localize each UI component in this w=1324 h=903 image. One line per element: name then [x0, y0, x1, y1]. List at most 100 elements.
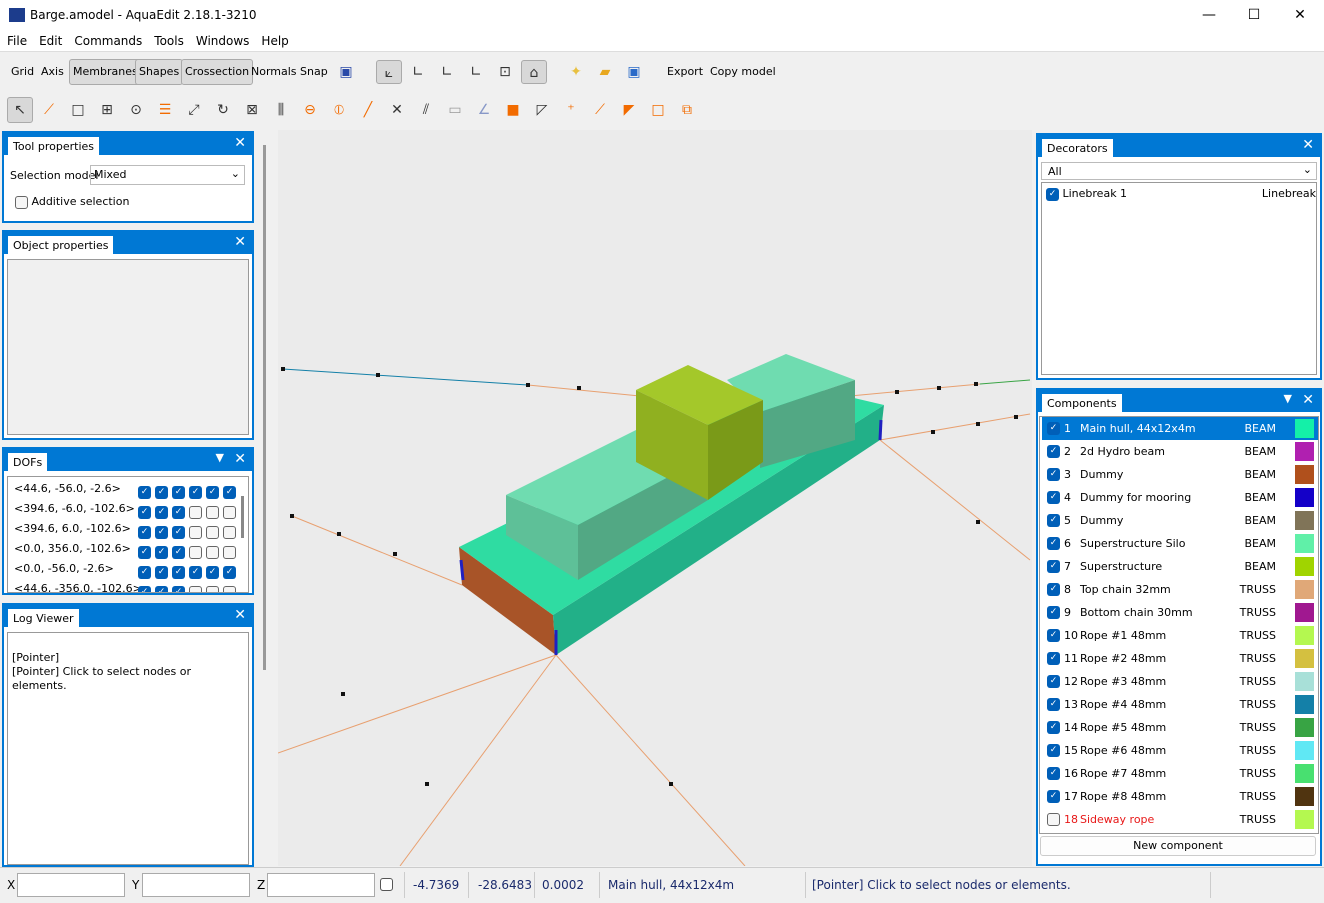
rotate-tool-icon[interactable]: ↻ — [211, 98, 235, 122]
close-icon[interactable]: ✕ — [1302, 137, 1314, 153]
angle-tool-icon[interactable]: ∠ — [472, 98, 496, 122]
open-folder-icon[interactable]: ▰ — [593, 60, 617, 84]
close-icon[interactable]: ✕ — [1302, 392, 1314, 408]
dof-checkbox[interactable]: ✓ — [138, 485, 151, 499]
dof-checkbox[interactable]: ✓ — [138, 505, 151, 519]
add-quad-icon[interactable]: □ — [646, 98, 670, 122]
component-row[interactable]: ✓ 8 Top chain 32mm TRUSS — [1042, 578, 1318, 601]
view-yx-button[interactable]: ∟ — [406, 60, 430, 84]
add-triangle-plate-icon[interactable]: ◸ — [530, 98, 554, 122]
component-row[interactable]: ✓ 3 Dummy BEAM — [1042, 463, 1318, 486]
new-component-button[interactable]: New component — [1040, 836, 1316, 856]
menu-tools[interactable]: Tools — [147, 32, 189, 48]
dof-checkbox[interactable]: ✓ — [206, 485, 219, 499]
component-checkbox[interactable]: ✓ — [1047, 675, 1060, 688]
snap-toggle[interactable]: Snap — [297, 59, 331, 85]
close-icon[interactable]: ✕ — [234, 607, 246, 623]
component-row[interactable]: ✓ 11 Rope #2 48mm TRUSS — [1042, 647, 1318, 670]
component-row[interactable]: ✓ 9 Bottom chain 30mm TRUSS — [1042, 601, 1318, 624]
scale-tool-icon[interactable]: ⊠ — [240, 98, 264, 122]
add-beam-icon[interactable]: ⟋ — [588, 98, 612, 122]
component-checkbox[interactable] — [1047, 813, 1060, 826]
normals-toggle[interactable]: Normals — [248, 59, 300, 85]
component-color-swatch[interactable] — [1295, 580, 1314, 599]
minimize-button[interactable]: — — [1186, 0, 1232, 30]
close-icon[interactable]: ✕ — [234, 451, 246, 467]
component-color-swatch[interactable] — [1295, 764, 1314, 783]
additive-selection-checkbox[interactable]: Additive selection — [15, 195, 129, 209]
component-checkbox[interactable]: ✓ — [1047, 537, 1060, 550]
dof-checkbox[interactable]: ✓ — [223, 565, 236, 579]
component-color-swatch[interactable] — [1295, 741, 1314, 760]
perspective-button[interactable]: ⌂ — [521, 60, 547, 84]
menu-commands[interactable]: Commands — [67, 32, 147, 48]
dof-checkbox[interactable] — [206, 585, 219, 592]
dof-checkbox[interactable]: ✓ — [206, 565, 219, 579]
component-row[interactable]: ✓ 4 Dummy for mooring BEAM — [1042, 486, 1318, 509]
component-color-swatch[interactable] — [1295, 488, 1314, 507]
checkbox[interactable]: ✓ — [1046, 187, 1059, 201]
dof-checkbox[interactable]: ✓ — [172, 565, 185, 579]
dof-checkbox[interactable]: ✓ — [138, 565, 151, 579]
dof-checkbox[interactable]: ✓ — [138, 525, 151, 539]
component-row[interactable]: ✓ 1 Main hull, 44x12x4m BEAM — [1042, 417, 1318, 440]
move-tool-icon[interactable]: ⤢ — [182, 98, 206, 122]
menu-help[interactable]: Help — [254, 32, 293, 48]
dof-checkbox[interactable] — [206, 505, 219, 519]
component-checkbox[interactable]: ✓ — [1047, 767, 1060, 780]
3d-viewport[interactable] — [278, 130, 1032, 866]
dof-checkbox[interactable]: ✓ — [189, 485, 202, 499]
x-input[interactable] — [17, 873, 125, 897]
dof-checkbox[interactable]: ✓ — [172, 585, 185, 592]
circle-tool-icon[interactable]: ⊙ — [124, 98, 148, 122]
component-color-swatch[interactable] — [1295, 649, 1314, 668]
array-tool-icon[interactable]: ⫼ — [269, 98, 293, 122]
menu-windows[interactable]: Windows — [189, 32, 255, 48]
diagonal-line-icon[interactable]: ╱ — [356, 98, 380, 122]
component-checkbox[interactable]: ✓ — [1047, 698, 1060, 711]
measure-tool-icon[interactable]: ▭ — [443, 98, 467, 122]
dof-checkbox[interactable]: ✓ — [223, 485, 236, 499]
dof-checkbox[interactable] — [223, 505, 236, 519]
component-color-swatch[interactable] — [1295, 787, 1314, 806]
component-checkbox[interactable]: ✓ — [1047, 468, 1060, 481]
dof-checkbox[interactable] — [189, 585, 202, 592]
dropdown-icon[interactable]: ▼ — [1284, 392, 1292, 405]
component-row[interactable]: ✓ 5 Dummy BEAM — [1042, 509, 1318, 532]
iso-view-button[interactable]: ⟀ — [376, 60, 402, 84]
copy-model-button[interactable]: Copy model — [707, 59, 779, 85]
dof-checkbox[interactable]: ✓ — [189, 565, 202, 579]
component-row[interactable]: 18 Sideway rope TRUSS — [1042, 808, 1318, 831]
dof-checkbox[interactable]: ✓ — [155, 565, 168, 579]
component-row[interactable]: ✓ 10 Rope #1 48mm TRUSS — [1042, 624, 1318, 647]
grid-rect-tool-icon[interactable]: ⊞ — [95, 98, 119, 122]
dof-checkbox[interactable]: ✓ — [138, 545, 151, 559]
y-input[interactable] — [142, 873, 250, 897]
dof-checkbox[interactable]: ✓ — [155, 525, 168, 539]
component-row[interactable]: ✓ 16 Rope #7 48mm TRUSS — [1042, 762, 1318, 785]
component-checkbox[interactable]: ✓ — [1047, 491, 1060, 504]
menu-edit[interactable]: Edit — [32, 32, 67, 48]
pointer-tool-icon[interactable]: ↖ — [7, 97, 33, 123]
dof-checkbox[interactable]: ✓ — [172, 525, 185, 539]
dof-checkbox[interactable]: ✓ — [155, 545, 168, 559]
axis-toggle[interactable]: Axis — [38, 59, 67, 85]
membranes-toggle[interactable]: Membranes — [69, 59, 142, 85]
component-checkbox[interactable]: ✓ — [1047, 721, 1060, 734]
dof-checkbox[interactable] — [189, 545, 202, 559]
dof-checkbox[interactable]: ✓ — [172, 505, 185, 519]
export-button[interactable]: Export — [664, 59, 706, 85]
intersect-tool-icon[interactable]: ✕ — [385, 98, 409, 122]
component-row[interactable]: ✓ 14 Rope #5 48mm TRUSS — [1042, 716, 1318, 739]
component-color-swatch[interactable] — [1295, 419, 1314, 438]
component-checkbox[interactable]: ✓ — [1047, 652, 1060, 665]
new-file-icon[interactable]: ✦ — [564, 60, 588, 84]
decorator-item[interactable]: ✓ Linebreak 1 Linebreak — [1046, 187, 1316, 203]
add-triangle-icon[interactable]: ◤ — [617, 98, 641, 122]
dof-checkbox[interactable] — [223, 525, 236, 539]
component-checkbox[interactable]: ✓ — [1047, 422, 1060, 435]
dof-checkbox[interactable]: ✓ — [155, 505, 168, 519]
component-color-swatch[interactable] — [1295, 511, 1314, 530]
dof-checkbox[interactable] — [189, 505, 202, 519]
cylinder-tool-icon[interactable]: ☰ — [153, 98, 177, 122]
